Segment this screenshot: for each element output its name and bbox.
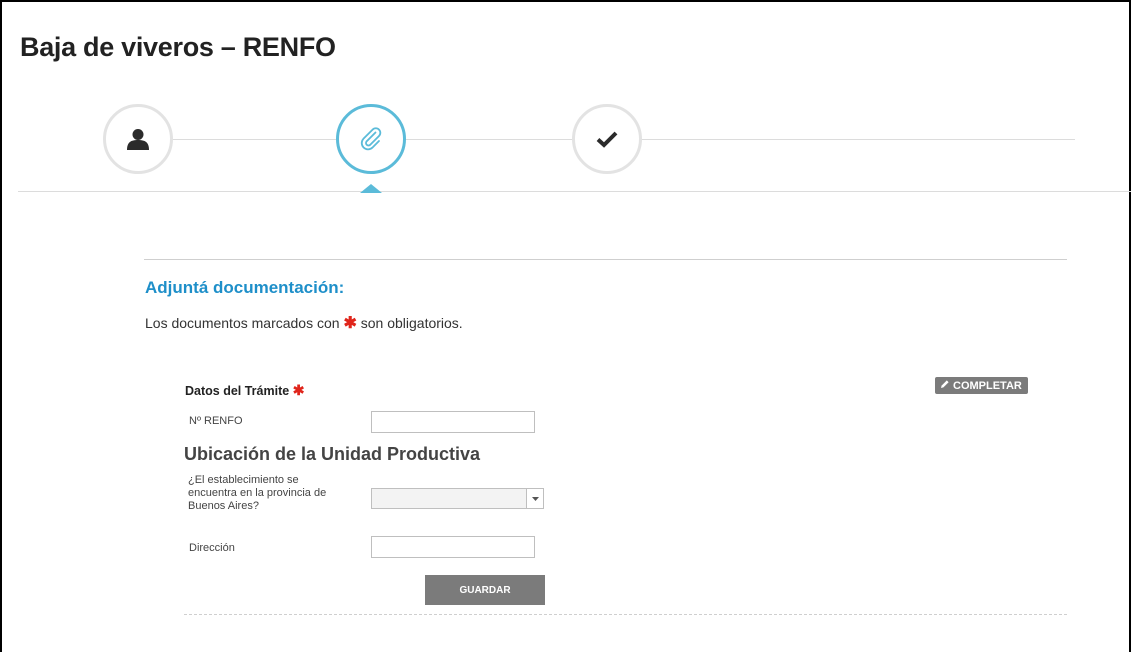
province-select[interactable]	[371, 488, 544, 509]
province-question-label: ¿El establecimiento se encuentra en la p…	[188, 474, 327, 512]
complete-button-label: COMPLETAR	[953, 379, 1022, 392]
address-input[interactable]	[371, 536, 535, 558]
address-label: Dirección	[189, 542, 235, 554]
required-asterisk-icon: ✱	[343, 315, 357, 332]
page-title: Baja de viveros – RENFO	[20, 32, 336, 62]
user-icon	[126, 128, 150, 150]
checkmark-icon	[596, 130, 618, 148]
form-bottom-divider	[184, 614, 1067, 615]
form-group-title: Datos del Trámite ✱	[185, 382, 304, 399]
renfo-input[interactable]	[371, 411, 535, 433]
save-button[interactable]: GUARDAR	[425, 575, 545, 605]
paperclip-icon	[357, 125, 385, 153]
complete-button[interactable]: COMPLETAR	[935, 377, 1028, 394]
note-text-before: Los documentos marcados con	[145, 315, 340, 331]
required-asterisk-icon: ✱	[292, 382, 305, 398]
step-3-confirm[interactable]	[572, 104, 642, 174]
section-heading: Adjuntá documentación:	[145, 278, 345, 297]
section-divider	[144, 259, 1067, 260]
step-2-attach[interactable]	[336, 104, 406, 174]
renfo-label: Nº RENFO	[189, 415, 243, 427]
group-title-text: Datos del Trámite	[185, 384, 290, 398]
dropdown-arrow-icon[interactable]	[526, 489, 543, 508]
subheading-location: Ubicación de la Unidad Productiva	[184, 444, 481, 464]
section-note: Los documentos marcados con ✱ son obliga…	[145, 313, 463, 333]
step-1-user[interactable]	[103, 104, 173, 174]
stepper-divider	[18, 191, 1131, 192]
pencil-icon	[940, 379, 950, 392]
note-text-after: son obligatorios.	[360, 315, 463, 331]
active-step-pointer	[360, 184, 382, 193]
